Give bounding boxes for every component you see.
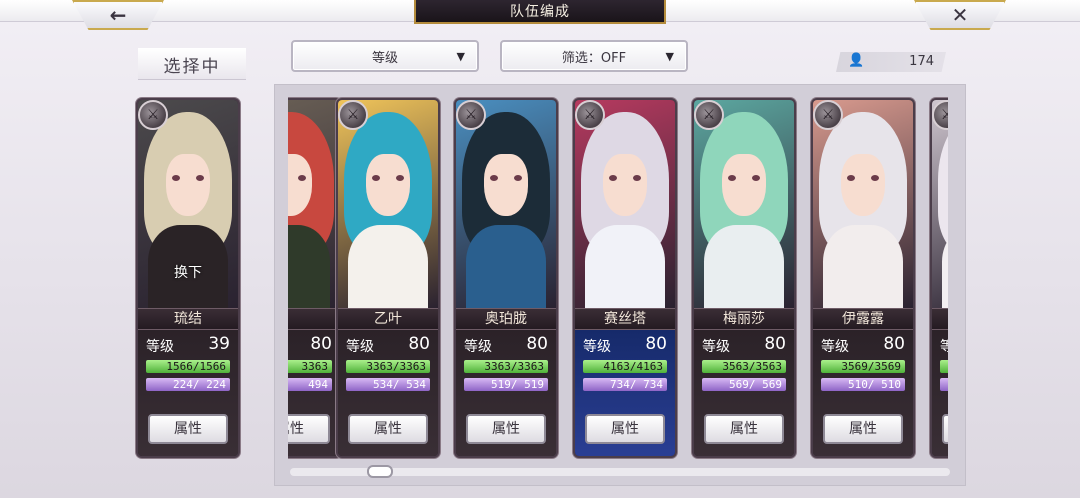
level-value: 80 bbox=[310, 334, 332, 354]
close-button[interactable]: ✕ bbox=[914, 0, 1006, 30]
mp-bar: 519/ 519 bbox=[464, 378, 548, 391]
attribute-button[interactable]: 属性 bbox=[348, 414, 428, 444]
attribute-button[interactable]: 属性 bbox=[148, 414, 228, 444]
swap-out-label: 换下 bbox=[174, 265, 202, 281]
unit-name bbox=[288, 308, 340, 330]
level-label: 等级 bbox=[940, 336, 948, 356]
level-value: 80 bbox=[645, 334, 667, 354]
mp-bar: 734/ 734 bbox=[583, 378, 667, 391]
unit-portrait bbox=[694, 100, 794, 308]
unit-name: 赛丝塔 bbox=[575, 308, 675, 330]
unit-card[interactable]: ⚔等级3属 bbox=[930, 98, 948, 458]
hp-bar: 3363 bbox=[288, 360, 332, 373]
unit-portrait bbox=[932, 100, 948, 308]
hp-bar: 4163/4163 bbox=[583, 360, 667, 373]
weapon-icon: ⚔ bbox=[813, 100, 843, 130]
mp-bar: 494 bbox=[288, 378, 332, 391]
unit-card[interactable]: ⚔ 奥珀胧等级 80 3363/3363 519/ 519 属性 bbox=[454, 98, 558, 458]
sword-icon: ⚔ bbox=[138, 100, 168, 130]
close-icon: ✕ bbox=[951, 3, 969, 27]
unit-card[interactable]: ⚔ 赛丝塔等级 80 4163/4163 734/ 734 属性 bbox=[573, 98, 677, 458]
hp-bar: 3363/3363 bbox=[464, 360, 548, 373]
unit-stats: 等级 80 3363/3363 534/ 534 属性 bbox=[338, 330, 438, 456]
unit-stats: 等级 80 3363/3363 519/ 519 属性 bbox=[456, 330, 556, 456]
selecting-label: 选择中 bbox=[138, 48, 246, 80]
unit-stats: 等级 39 1566/1566 224/ 224 属性 bbox=[138, 330, 238, 456]
unit-name: 乙叶 bbox=[338, 308, 438, 330]
mp-bar bbox=[940, 378, 948, 391]
filter-dropdown[interactable]: 筛选：OFF ▼ bbox=[500, 40, 688, 72]
hp-bar: 3563/3563 bbox=[702, 360, 786, 373]
attribute-button[interactable]: 属 bbox=[942, 414, 948, 444]
unit-stats: 等级803363494属性 bbox=[288, 330, 340, 456]
attribute-button[interactable]: 属性 bbox=[585, 414, 665, 444]
hp-bar: 1566/1566 bbox=[146, 360, 230, 373]
scrollbar-thumb[interactable] bbox=[367, 465, 393, 478]
unit-stats: 等级 80 3569/3569 510/ 510 属性 bbox=[813, 330, 913, 456]
level-value: 39 bbox=[208, 334, 230, 354]
unit-name bbox=[932, 308, 948, 330]
chevron-down-icon: ▼ bbox=[665, 49, 674, 63]
back-arrow-icon: ← bbox=[109, 3, 127, 27]
unit-portrait bbox=[575, 100, 675, 308]
level-value: 80 bbox=[883, 334, 905, 354]
unit-portrait bbox=[288, 100, 340, 308]
person-icon: 👤 bbox=[848, 53, 865, 68]
weapon-icon: ⚔ bbox=[694, 100, 724, 130]
unit-portrait bbox=[813, 100, 913, 308]
hp-bar: 3569/3569 bbox=[821, 360, 905, 373]
attribute-button[interactable]: 属性 bbox=[288, 414, 330, 444]
mp-bar: 224/ 224 bbox=[146, 378, 230, 391]
sort-dropdown-label: 等级 bbox=[371, 50, 398, 66]
level-label: 等级 bbox=[146, 339, 174, 355]
attribute-button[interactable]: 属性 bbox=[823, 414, 903, 444]
level-label: 等级 bbox=[464, 339, 492, 355]
mp-bar: 510/ 510 bbox=[821, 378, 905, 391]
weapon-icon: ⚔ bbox=[456, 100, 486, 130]
unit-card[interactable]: ⚔等级803363494属性 bbox=[288, 98, 342, 458]
hp-bar: 3363/3363 bbox=[346, 360, 430, 373]
page-title: 队伍编成 bbox=[414, 0, 666, 24]
unit-portrait bbox=[338, 100, 438, 308]
attribute-button[interactable]: 属性 bbox=[704, 414, 784, 444]
unit-name: 梅丽莎 bbox=[694, 308, 794, 330]
back-button[interactable]: ← bbox=[72, 0, 164, 30]
level-label: 等级 bbox=[583, 339, 611, 355]
selected-unit-card[interactable]: ⚔ 换下 琉结 等级 39 1566/1566 224/ 224 属性 bbox=[136, 98, 240, 458]
unit-name: 伊露露 bbox=[813, 308, 913, 330]
level-value: 80 bbox=[526, 334, 548, 354]
unit-name: 奥珀胧 bbox=[456, 308, 556, 330]
level-value: 80 bbox=[408, 334, 430, 354]
unit-card[interactable]: ⚔ 伊露露等级 80 3569/3569 510/ 510 属性 bbox=[811, 98, 915, 458]
unit-card[interactable]: ⚔ 乙叶等级 80 3363/3363 534/ 534 属性 bbox=[336, 98, 440, 458]
unit-stats: 等级 80 3563/3563 569/ 569 属性 bbox=[694, 330, 794, 456]
chevron-down-icon: ▼ bbox=[456, 49, 465, 63]
unit-count: 174 bbox=[909, 54, 934, 69]
level-value: 80 bbox=[764, 334, 786, 354]
level-label: 等级 bbox=[346, 339, 374, 355]
unit-count-box: 👤 174 bbox=[836, 52, 946, 72]
sort-dropdown[interactable]: 等级 ▼ bbox=[291, 40, 479, 72]
weapon-icon: ⚔ bbox=[575, 100, 605, 130]
mp-bar: 569/ 569 bbox=[702, 378, 786, 391]
unit-portrait bbox=[456, 100, 556, 308]
level-label: 等级 bbox=[702, 339, 730, 355]
unit-stats: 等级 3 属 bbox=[932, 330, 948, 456]
filter-dropdown-label: 筛选：OFF bbox=[561, 50, 627, 66]
unit-card[interactable]: ⚔ 梅丽莎等级 80 3563/3563 569/ 569 属性 bbox=[692, 98, 796, 458]
unit-list[interactable]: ⚔ 等级 80 3363 494 属性 ⚔ 乙叶等级 80 3363/3363 534/ 534 属性… bbox=[288, 94, 948, 460]
mp-bar: 534/ 534 bbox=[346, 378, 430, 391]
level-label: 等级 bbox=[821, 339, 849, 355]
hp-bar: 3 bbox=[940, 360, 948, 373]
unit-name: 琉结 bbox=[138, 308, 238, 330]
unit-stats: 等级 80 4163/4163 734/ 734 属性 bbox=[575, 330, 675, 456]
weapon-icon: ⚔ bbox=[338, 100, 368, 130]
attribute-button[interactable]: 属性 bbox=[466, 414, 546, 444]
